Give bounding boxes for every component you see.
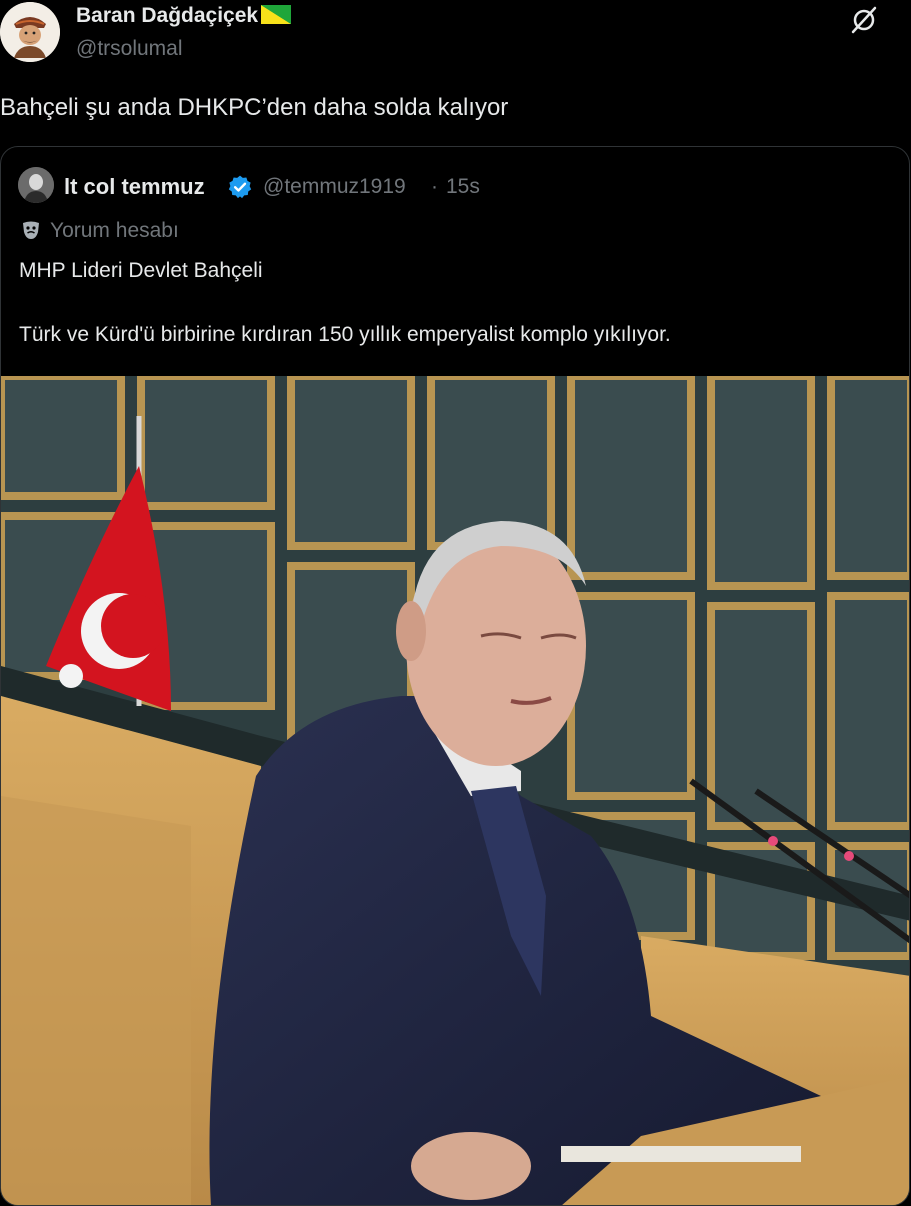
- account-label-text: Yorum hesabı: [50, 219, 179, 242]
- account-label: Yorum hesabı: [20, 219, 179, 243]
- quoted-author-avatar[interactable]: [18, 167, 54, 203]
- tweet-header: Baran Dağdaçiçek @trsolumal: [0, 0, 911, 70]
- quoted-author-handle[interactable]: @temmuz1919: [263, 175, 406, 199]
- quoted-text-line-1: MHP Lideri Devlet Bahçeli: [19, 259, 263, 282]
- quoted-timestamp[interactable]: 15s: [446, 175, 480, 199]
- flag-icon: [261, 5, 292, 24]
- tweet-text: Bahçeli şu anda DHKPC’den daha solda kal…: [0, 94, 509, 121]
- theater-mask-icon: [20, 219, 42, 241]
- author-handle[interactable]: @trsolumal: [76, 37, 183, 61]
- grok-icon[interactable]: [849, 4, 879, 34]
- verified-badge-icon: [227, 174, 253, 200]
- author-name[interactable]: Baran Dağdaçiçek: [76, 4, 292, 28]
- meta-separator: ·: [431, 175, 438, 198]
- quoted-photo[interactable]: [1, 376, 909, 1205]
- quoted-author-name[interactable]: lt col temmuz: [64, 174, 205, 200]
- author-name-text: Baran Dağdaçiçek: [76, 4, 259, 27]
- quoted-tweet-card[interactable]: lt col temmuz @temmuz1919 · 15s Yorum he…: [0, 146, 910, 1206]
- author-avatar[interactable]: [0, 2, 60, 62]
- quoted-text-line-2: Türk ve Kürd'ü birbirine kırdıran 150 yı…: [19, 323, 671, 346]
